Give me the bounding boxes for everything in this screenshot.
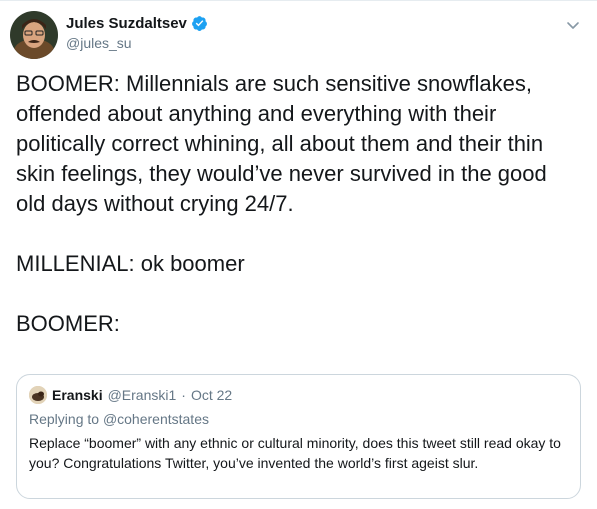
author-name-row: Jules Suzdaltsev bbox=[66, 15, 208, 32]
author-info: Jules Suzdaltsev @jules_su bbox=[66, 15, 208, 51]
author-avatar[interactable] bbox=[10, 11, 58, 59]
quoted-separator: · bbox=[181, 387, 186, 403]
tweet-paragraph: MILLENIAL: ok boomer bbox=[16, 251, 245, 276]
quoted-author-avatar bbox=[29, 386, 47, 404]
chevron-down-icon[interactable] bbox=[565, 17, 581, 33]
verified-badge-icon bbox=[191, 15, 208, 32]
quoted-author-handle: @Eranski1 bbox=[107, 387, 177, 403]
quoted-replying-to: Replying to @coherentstates bbox=[29, 411, 568, 427]
tweet-text: BOOMER: Millennials are such sensitive s… bbox=[16, 69, 576, 339]
replying-to-handle[interactable]: @coherentstates bbox=[103, 411, 209, 427]
tweet-card: Jules Suzdaltsev @jules_su BOOMER: Mille… bbox=[0, 0, 597, 509]
tweet-paragraph: BOOMER: bbox=[16, 311, 120, 336]
quoted-date: Oct 22 bbox=[190, 387, 233, 403]
author-handle[interactable]: @jules_su bbox=[66, 35, 208, 51]
replying-to-prefix: Replying to bbox=[29, 411, 100, 427]
quoted-tweet-text: Replace “boomer” with any ethnic or cult… bbox=[29, 435, 561, 471]
tweet-paragraph: BOOMER: Millennials are such sensitive s… bbox=[16, 71, 547, 216]
quoted-tweet-header: Eranski @Eranski1 · Oct 22 bbox=[29, 386, 568, 404]
author-avatar-image bbox=[10, 11, 58, 59]
author-display-name[interactable]: Jules Suzdaltsev bbox=[66, 15, 187, 32]
quoted-author-name: Eranski bbox=[52, 387, 103, 403]
quoted-tweet[interactable]: Eranski @Eranski1 · Oct 22 Replying to @… bbox=[16, 374, 581, 499]
